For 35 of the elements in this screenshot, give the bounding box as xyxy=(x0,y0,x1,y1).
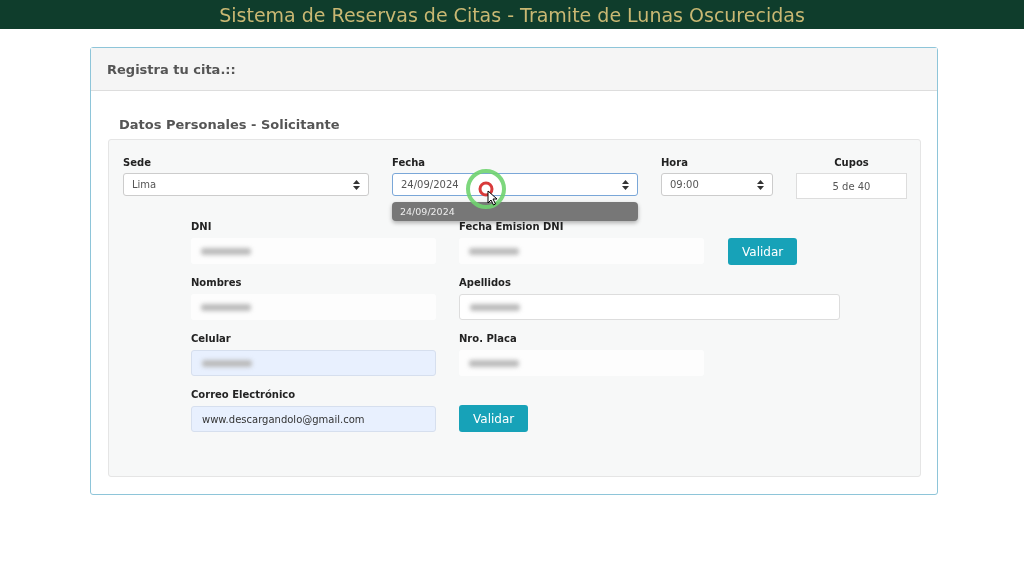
site-title: Sistema de Reservas de Citas - Tramite de Lunas Oscurecidas xyxy=(219,3,805,26)
section-title: Datos Personales - Solicitante xyxy=(119,117,341,132)
field-label: Hora xyxy=(661,157,689,168)
input-field[interactable] xyxy=(191,238,436,264)
input-field[interactable] xyxy=(191,350,436,376)
field-label: Correo Electrónico xyxy=(191,389,297,400)
sort-caret-icon xyxy=(622,179,629,190)
blurred-value xyxy=(470,303,520,311)
input-field[interactable] xyxy=(459,350,704,376)
blurred-value xyxy=(469,247,519,255)
text-field[interactable]: 5 de 40 xyxy=(796,173,907,199)
field-label: Nombres xyxy=(191,277,243,288)
blurred-value xyxy=(201,247,251,255)
field-label: Sede xyxy=(123,157,152,168)
input-field[interactable] xyxy=(459,238,704,264)
field-label: Fecha xyxy=(392,157,426,168)
field-label: Apellidos xyxy=(459,277,512,288)
field-label: Fecha Emision DNI xyxy=(459,221,565,232)
blurred-value xyxy=(201,303,251,311)
blurred-value xyxy=(469,359,519,367)
input-field[interactable]: www.descargandolo@gmail.com xyxy=(191,406,436,432)
field-label: DNI xyxy=(191,221,213,232)
select-field[interactable]: Lima xyxy=(123,173,369,196)
sort-caret-icon xyxy=(353,179,360,190)
select-field[interactable]: 24/09/2024 xyxy=(392,173,638,196)
field-label: Nro. Placa xyxy=(459,333,518,344)
input-field[interactable] xyxy=(459,294,840,320)
input-field[interactable] xyxy=(191,294,436,320)
select-field[interactable]: 09:00 xyxy=(661,173,773,196)
blurred-value xyxy=(202,359,252,367)
card-title: Registra tu cita.:: xyxy=(107,61,236,77)
field-label: Celular xyxy=(191,333,232,344)
dropdown-option[interactable]: 24/09/2024 xyxy=(392,202,638,221)
field-label: Cupos xyxy=(834,157,869,168)
sort-caret-icon xyxy=(757,179,764,190)
